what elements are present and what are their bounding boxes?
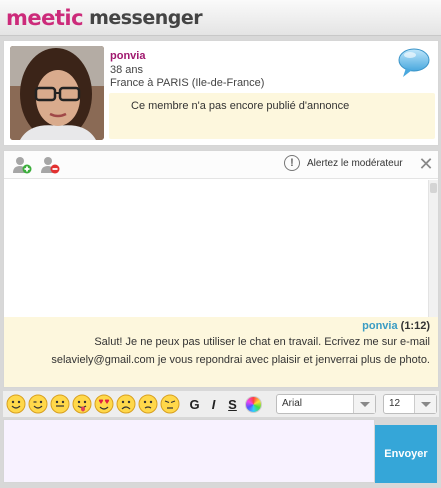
size-select-value: 12 xyxy=(389,398,401,409)
logo-brand: meetic xyxy=(6,6,84,30)
wink-emoji[interactable] xyxy=(28,394,48,414)
chat-window: ! Alertez le modérateur ✕ ponvia (1:12) … xyxy=(3,150,439,388)
message-text: Salut! Je ne peux pas utiliser le chat e… xyxy=(51,336,430,366)
report-label: Alertez le modérateur xyxy=(307,157,403,169)
logo-messenger: messenger xyxy=(89,7,203,29)
profile-card: ponvia 38 ans France à PARIS (Ile-de-Fra… xyxy=(3,40,439,146)
meetic-logo: meetic messenger xyxy=(6,6,203,30)
worried-emoji[interactable] xyxy=(138,394,158,414)
message-author: ponvia xyxy=(362,320,398,332)
add-contact-icon[interactable] xyxy=(12,156,32,174)
size-select[interactable]: 12 xyxy=(383,394,437,414)
message-header: ponvia (1:12) xyxy=(12,320,430,332)
smile-emoji[interactable] xyxy=(6,394,26,414)
tongue-emoji[interactable] xyxy=(72,394,92,414)
chevron-down-icon[interactable] xyxy=(353,395,375,413)
scrollbar-thumb[interactable] xyxy=(430,183,437,193)
block-contact-icon[interactable] xyxy=(40,156,60,174)
chat-toolbar: ! Alertez le modérateur ✕ xyxy=(4,151,438,179)
alert-icon: ! xyxy=(284,155,300,171)
font-select[interactable]: Arial xyxy=(276,394,376,414)
bold-button[interactable]: G xyxy=(186,397,203,412)
close-icon[interactable]: ✕ xyxy=(417,155,435,173)
chat-message: ponvia (1:12) Salut! Je ne peux pas util… xyxy=(4,317,438,387)
sad-emoji[interactable] xyxy=(116,394,136,414)
profile-location: France à PARIS (Ile-de-France) xyxy=(110,77,265,89)
chat-scrollbar[interactable] xyxy=(428,180,438,317)
chevron-down-icon[interactable] xyxy=(414,395,436,413)
underline-button[interactable]: S xyxy=(224,397,241,412)
avatar[interactable] xyxy=(10,46,104,140)
composer-toolbar: G I S Arial 12 xyxy=(3,391,439,417)
profile-name[interactable]: ponvia xyxy=(110,50,145,62)
annonce-box: Ce membre n'a pas encore publié d'annonc… xyxy=(109,93,435,139)
app-header: meetic messenger xyxy=(0,0,441,36)
italic-button[interactable]: I xyxy=(205,397,222,412)
grin-emoji[interactable] xyxy=(50,394,70,414)
font-select-value: Arial xyxy=(282,398,303,409)
profile-age: 38 ans xyxy=(110,64,144,76)
annoyed-emoji[interactable] xyxy=(160,394,180,414)
send-button[interactable]: Envoyer xyxy=(375,425,437,483)
love-emoji[interactable] xyxy=(94,394,114,414)
chat-bubble-icon xyxy=(397,47,431,79)
message-input[interactable] xyxy=(3,419,375,483)
color-palette-icon[interactable] xyxy=(245,395,262,413)
message-time: (1:12) xyxy=(400,320,430,332)
report-moderator-button[interactable]: ! Alertez le modérateur xyxy=(284,155,403,171)
